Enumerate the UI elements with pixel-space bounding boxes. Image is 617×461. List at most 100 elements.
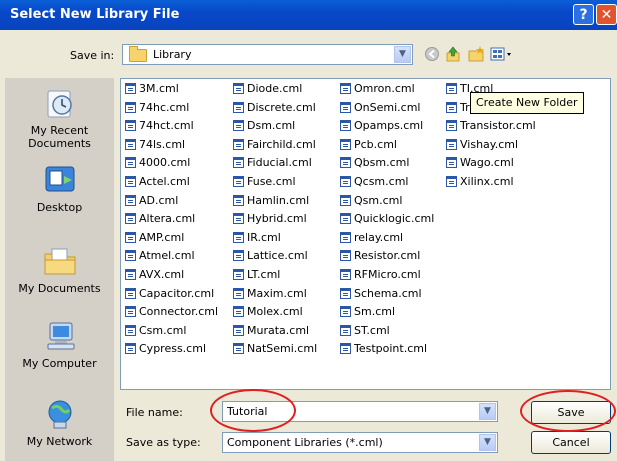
file-item[interactable]: OnSemi.cml <box>340 99 420 117</box>
file-item[interactable]: 74hct.cml <box>125 117 194 135</box>
place-my-recent-documents[interactable]: My Recent Documents <box>5 87 114 150</box>
chevron-down-icon[interactable]: ▼ <box>479 403 496 420</box>
file-item[interactable]: NatSemi.cml <box>233 340 317 358</box>
save-in-dropdown[interactable]: Library ▼ <box>122 44 413 65</box>
file-item[interactable]: Transistor.cml <box>446 117 536 135</box>
file-item[interactable]: LT.cml <box>233 266 280 284</box>
file-item[interactable]: 4000.cml <box>125 154 190 172</box>
place-my-documents[interactable]: My Documents <box>5 245 114 295</box>
file-item[interactable]: Csm.cml <box>125 322 186 340</box>
file-item[interactable]: Qsm.cml <box>340 192 402 210</box>
file-item[interactable]: Vishay.cml <box>446 136 518 154</box>
file-icon <box>446 83 457 94</box>
file-item[interactable]: Pcb.cml <box>340 136 397 154</box>
file-icon <box>125 194 136 206</box>
file-name: AVX.cml <box>139 268 185 281</box>
file-icon <box>340 176 351 187</box>
file-item[interactable]: Qbsm.cml <box>340 154 409 172</box>
file-item[interactable]: Schema.cml <box>340 285 422 303</box>
file-name: Sm.cml <box>354 305 396 319</box>
file-item[interactable]: AD.cml <box>125 192 178 210</box>
chevron-down-icon[interactable]: ▼ <box>479 434 496 451</box>
file-item[interactable]: Wago.cml <box>446 154 514 172</box>
file-name: Hamlin.cml <box>247 193 310 207</box>
file-item[interactable]: Qcsm.cml <box>340 173 408 191</box>
file-name: Dsm.cml <box>247 119 296 133</box>
file-item[interactable]: Discrete.cml <box>233 99 316 117</box>
file-item[interactable]: ST.cml <box>340 322 390 340</box>
close-button[interactable]: ✕ <box>596 4 617 25</box>
file-name: OnSemi.cml <box>354 100 421 114</box>
file-item[interactable]: Altera.cml <box>125 210 195 228</box>
file-list[interactable]: 3M.cml 74hc.cml 74hct.cml 74ls.cml 4000.cml A… <box>120 78 611 390</box>
save-as-type-label: Save as type: <box>126 436 201 449</box>
file-icon <box>340 194 351 206</box>
file-icon <box>446 120 457 132</box>
cancel-button[interactable]: Cancel <box>531 431 611 454</box>
file-item[interactable]: 74ls.cml <box>125 136 185 154</box>
file-icon <box>233 306 244 318</box>
title-bar: Select New Library File ? ✕ <box>0 0 617 30</box>
new-folder-icon[interactable] <box>467 46 485 64</box>
file-item[interactable]: Hamlin.cml <box>233 192 309 210</box>
file-item[interactable]: Fuse.cml <box>233 173 296 191</box>
file-item[interactable]: Atmel.cml <box>125 247 195 265</box>
file-name: Quicklogic.cml <box>354 212 435 226</box>
file-item[interactable]: Actel.cml <box>125 173 190 191</box>
file-name-input[interactable]: Tutorial ▼ <box>222 401 498 422</box>
file-item[interactable]: Murata.cml <box>233 322 309 340</box>
file-name: Altera.cml <box>139 212 196 226</box>
place-my-network[interactable]: My Network <box>5 398 114 448</box>
file-item[interactable]: RFMicro.cml <box>340 266 421 284</box>
file-item[interactable]: Capacitor.cml <box>125 285 214 303</box>
file-item[interactable]: Fairchild.cml <box>233 136 316 154</box>
file-icon <box>125 176 136 187</box>
file-name: Fiducial.cml <box>247 156 312 170</box>
file-name-value: Tutorial <box>227 405 268 418</box>
save-as-type-dropdown[interactable]: Component Libraries (*.cml) ▼ <box>222 432 498 453</box>
file-item[interactable]: 3M.cml <box>125 80 179 98</box>
file-item[interactable]: 74hc.cml <box>125 99 189 117</box>
file-item[interactable]: Quicklogic.cml <box>340 210 434 228</box>
file-item[interactable]: Sm.cml <box>340 303 395 321</box>
chevron-down-icon[interactable]: ▼ <box>394 46 411 63</box>
file-name: Resistor.cml <box>354 249 421 263</box>
view-menu-icon[interactable] <box>489 46 515 64</box>
file-name: Lattice.cml <box>247 249 308 263</box>
back-icon[interactable] <box>423 46 441 64</box>
file-item[interactable]: Resistor.cml <box>340 247 420 265</box>
desktop-icon <box>42 164 78 196</box>
file-item[interactable]: IR.cml <box>233 229 281 247</box>
file-item[interactable]: Diode.cml <box>233 80 302 98</box>
file-name: Vishay.cml <box>460 137 519 151</box>
file-item[interactable]: Testpoint.cml <box>340 340 427 358</box>
file-item[interactable]: Hybrid.cml <box>233 210 307 228</box>
file-item[interactable]: Dsm.cml <box>233 117 295 135</box>
file-item[interactable]: relay.cml <box>340 229 403 247</box>
file-item[interactable]: Maxim.cml <box>233 285 307 303</box>
help-button[interactable]: ? <box>573 4 594 25</box>
folder-icon <box>129 46 147 62</box>
file-item[interactable]: Lattice.cml <box>233 247 308 265</box>
save-button[interactable]: Save <box>531 401 611 424</box>
file-item[interactable]: Opamps.cml <box>340 117 423 135</box>
place-label: My Recent Documents <box>28 124 91 150</box>
file-icon <box>125 324 136 336</box>
place-label: My Computer <box>22 357 97 370</box>
file-item[interactable]: Fiducial.cml <box>233 154 312 172</box>
my-documents-icon <box>42 245 78 277</box>
save-in-value: Library <box>153 48 192 61</box>
place-my-computer[interactable]: My Computer <box>5 320 114 370</box>
file-item[interactable]: Cypress.cml <box>125 340 206 358</box>
file-item[interactable]: AMP.cml <box>125 229 184 247</box>
file-item[interactable]: Connector.cml <box>125 303 218 321</box>
file-icon <box>446 176 457 187</box>
file-item[interactable]: Molex.cml <box>233 303 303 321</box>
places-bar: My Recent Documents Desktop My Documents… <box>5 78 114 461</box>
file-item[interactable]: Omron.cml <box>340 80 415 98</box>
file-item[interactable]: Xilinx.cml <box>446 173 514 191</box>
file-name: Pcb.cml <box>354 137 397 151</box>
up-folder-icon[interactable] <box>444 46 462 64</box>
file-item[interactable]: AVX.cml <box>125 266 184 284</box>
place-desktop[interactable]: Desktop <box>5 164 114 214</box>
